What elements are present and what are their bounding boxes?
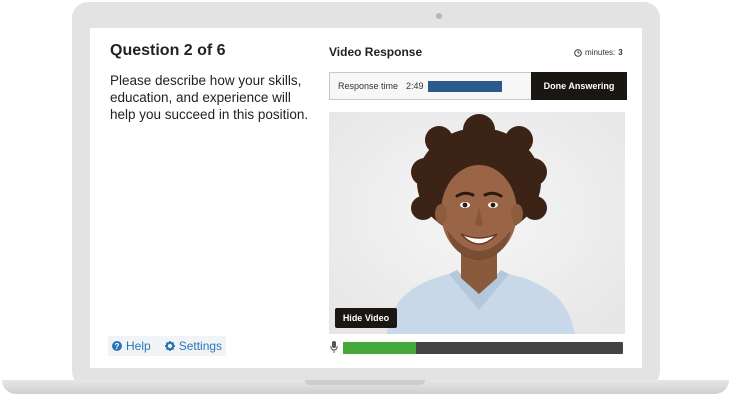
microphone-icon <box>330 341 338 353</box>
video-preview: Hide Video <box>329 112 625 334</box>
svg-text:?: ? <box>115 342 120 351</box>
response-time-label: Response time <box>338 81 399 91</box>
person-video-image <box>329 112 625 334</box>
audio-level-fill <box>343 342 416 354</box>
footer-links: ? Help Settings <box>108 336 227 356</box>
webcam-dot <box>436 13 442 19</box>
video-response-title: Video Response <box>329 45 423 59</box>
settings-link[interactable]: Settings <box>164 339 223 353</box>
response-time-value: 2:49 <box>406 81 424 91</box>
minutes-indicator: minutes: 3 <box>574 48 623 57</box>
question-circle-icon: ? <box>112 341 122 351</box>
help-link[interactable]: ? Help <box>112 339 151 353</box>
hide-video-button[interactable]: Hide Video <box>335 308 397 328</box>
audio-level-meter <box>343 342 623 354</box>
minutes-value: 3 <box>618 48 623 57</box>
minutes-label: minutes: <box>585 48 616 57</box>
response-time-progress-fill <box>428 81 502 92</box>
settings-label: Settings <box>178 339 223 353</box>
help-label: Help <box>126 339 151 353</box>
screen: Question 2 of 6 Please describe how your… <box>90 28 642 368</box>
gear-icon <box>164 341 175 351</box>
question-title: Question 2 of 6 <box>110 42 226 59</box>
response-time-progress <box>428 81 502 92</box>
question-text: Please describe how your skills, educati… <box>110 73 309 122</box>
laptop-notch <box>305 380 425 385</box>
done-answering-button[interactable]: Done Answering <box>531 72 627 100</box>
clock-icon <box>574 48 582 57</box>
